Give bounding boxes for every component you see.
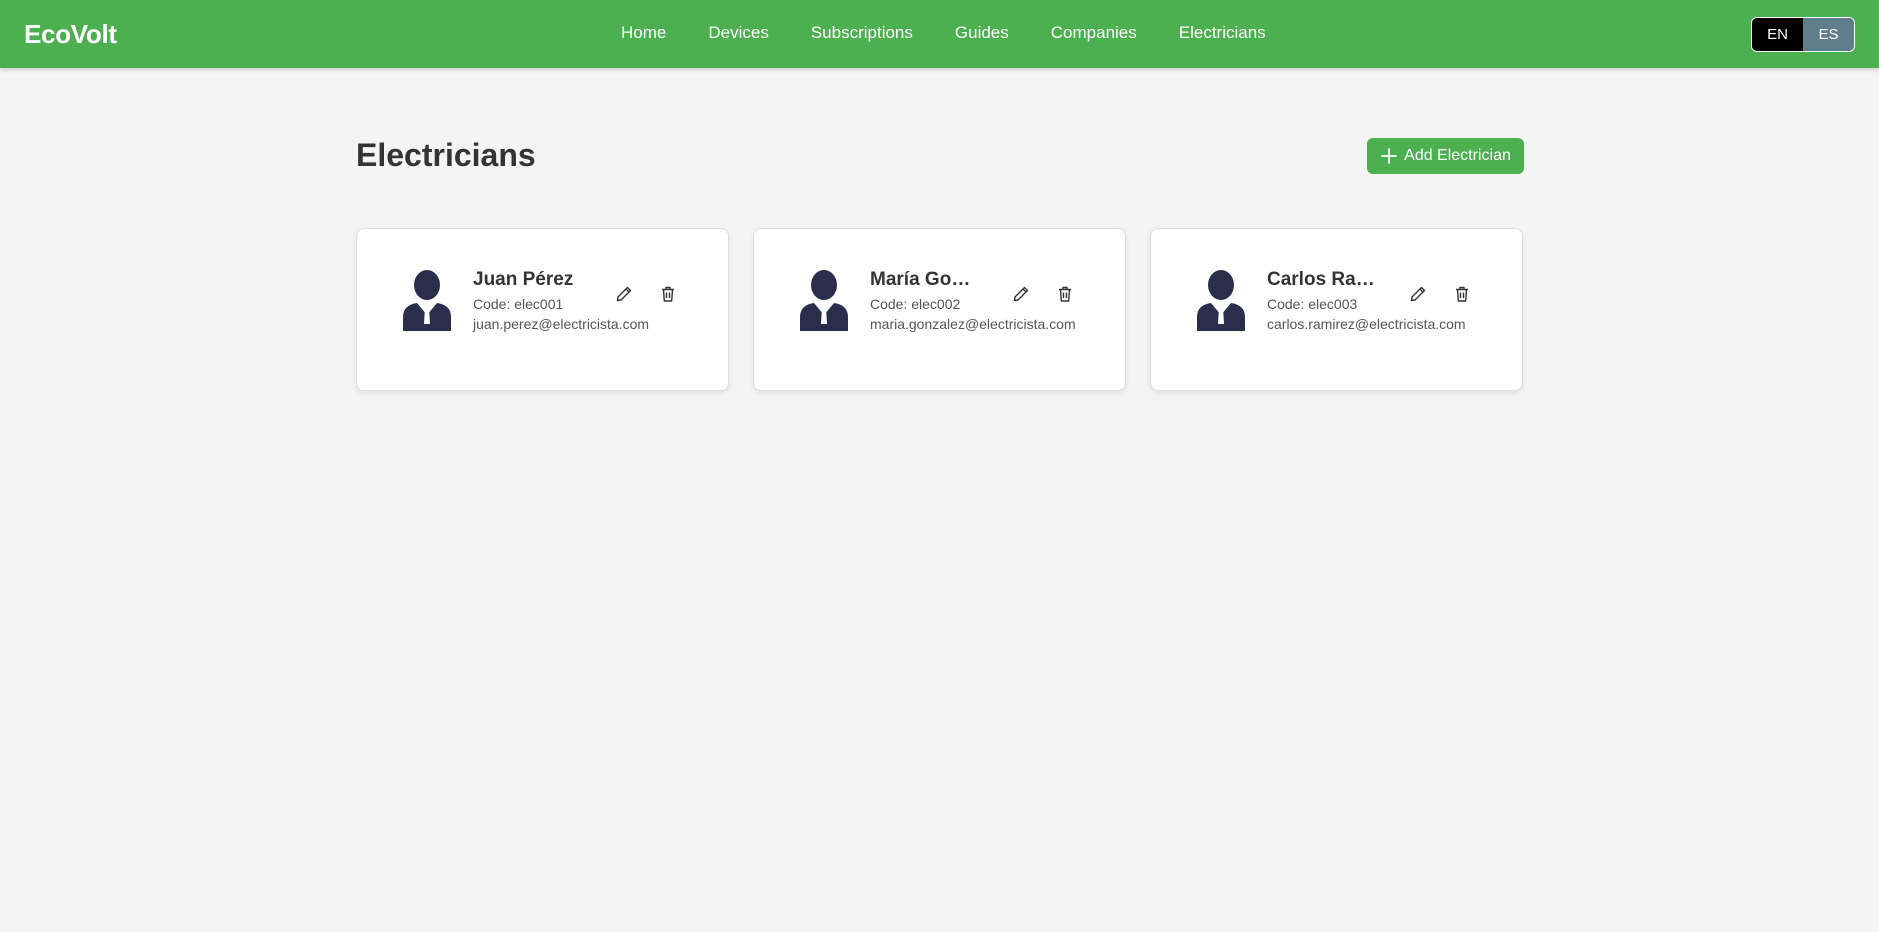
language-toggle: EN ES bbox=[1751, 17, 1855, 52]
main-nav: Home Devices Subscriptions Guides Compan… bbox=[621, 22, 1266, 44]
trash-icon[interactable] bbox=[1054, 283, 1076, 305]
card-actions bbox=[1407, 283, 1473, 305]
add-electrician-label: Add Electrician bbox=[1404, 147, 1511, 164]
person-avatar-icon bbox=[800, 270, 848, 331]
electrician-name: María González bbox=[870, 269, 980, 290]
electrician-email: juan.perez@electricista.com bbox=[473, 316, 650, 332]
nav-guides[interactable]: Guides bbox=[955, 22, 1009, 44]
nav-companies[interactable]: Companies bbox=[1051, 22, 1137, 44]
page-title: Electricians bbox=[356, 137, 536, 173]
electrician-list: Juan Pérez Code: elec001 juan.perez@elec… bbox=[356, 228, 1523, 391]
pencil-icon[interactable] bbox=[1010, 283, 1032, 305]
electrician-name: Juan Pérez bbox=[473, 269, 574, 290]
lang-es-button[interactable]: ES bbox=[1803, 18, 1854, 51]
card-actions bbox=[613, 283, 679, 305]
top-navbar: EcoVolt Home Devices Subscriptions Guide… bbox=[0, 0, 1879, 68]
lang-en-button[interactable]: EN bbox=[1752, 18, 1803, 51]
nav-subscriptions[interactable]: Subscriptions bbox=[811, 22, 913, 44]
electrician-name: Carlos Ramírez bbox=[1267, 269, 1377, 290]
trash-icon[interactable] bbox=[657, 283, 679, 305]
electrician-email: maria.gonzalez@electricista.com bbox=[870, 316, 1076, 332]
person-avatar-icon bbox=[403, 270, 451, 331]
electrician-email: carlos.ramirez@electricista.com bbox=[1267, 316, 1466, 332]
add-electrician-button[interactable]: Add Electrician bbox=[1367, 138, 1524, 174]
card-actions bbox=[1010, 283, 1076, 305]
person-avatar-icon bbox=[1197, 270, 1245, 331]
electrician-card: María González Code: elec002 maria.gonza… bbox=[753, 228, 1126, 391]
nav-electricians[interactable]: Electricians bbox=[1179, 22, 1266, 44]
nav-home[interactable]: Home bbox=[621, 22, 666, 44]
pencil-icon[interactable] bbox=[1407, 283, 1429, 305]
electrician-card: Carlos Ramírez Code: elec003 carlos.rami… bbox=[1150, 228, 1523, 391]
plus-icon bbox=[1380, 147, 1398, 165]
brand-logo[interactable]: EcoVolt bbox=[24, 18, 117, 50]
electrician-card: Juan Pérez Code: elec001 juan.perez@elec… bbox=[356, 228, 729, 391]
trash-icon[interactable] bbox=[1451, 283, 1473, 305]
nav-devices[interactable]: Devices bbox=[708, 22, 768, 44]
pencil-icon[interactable] bbox=[613, 283, 635, 305]
